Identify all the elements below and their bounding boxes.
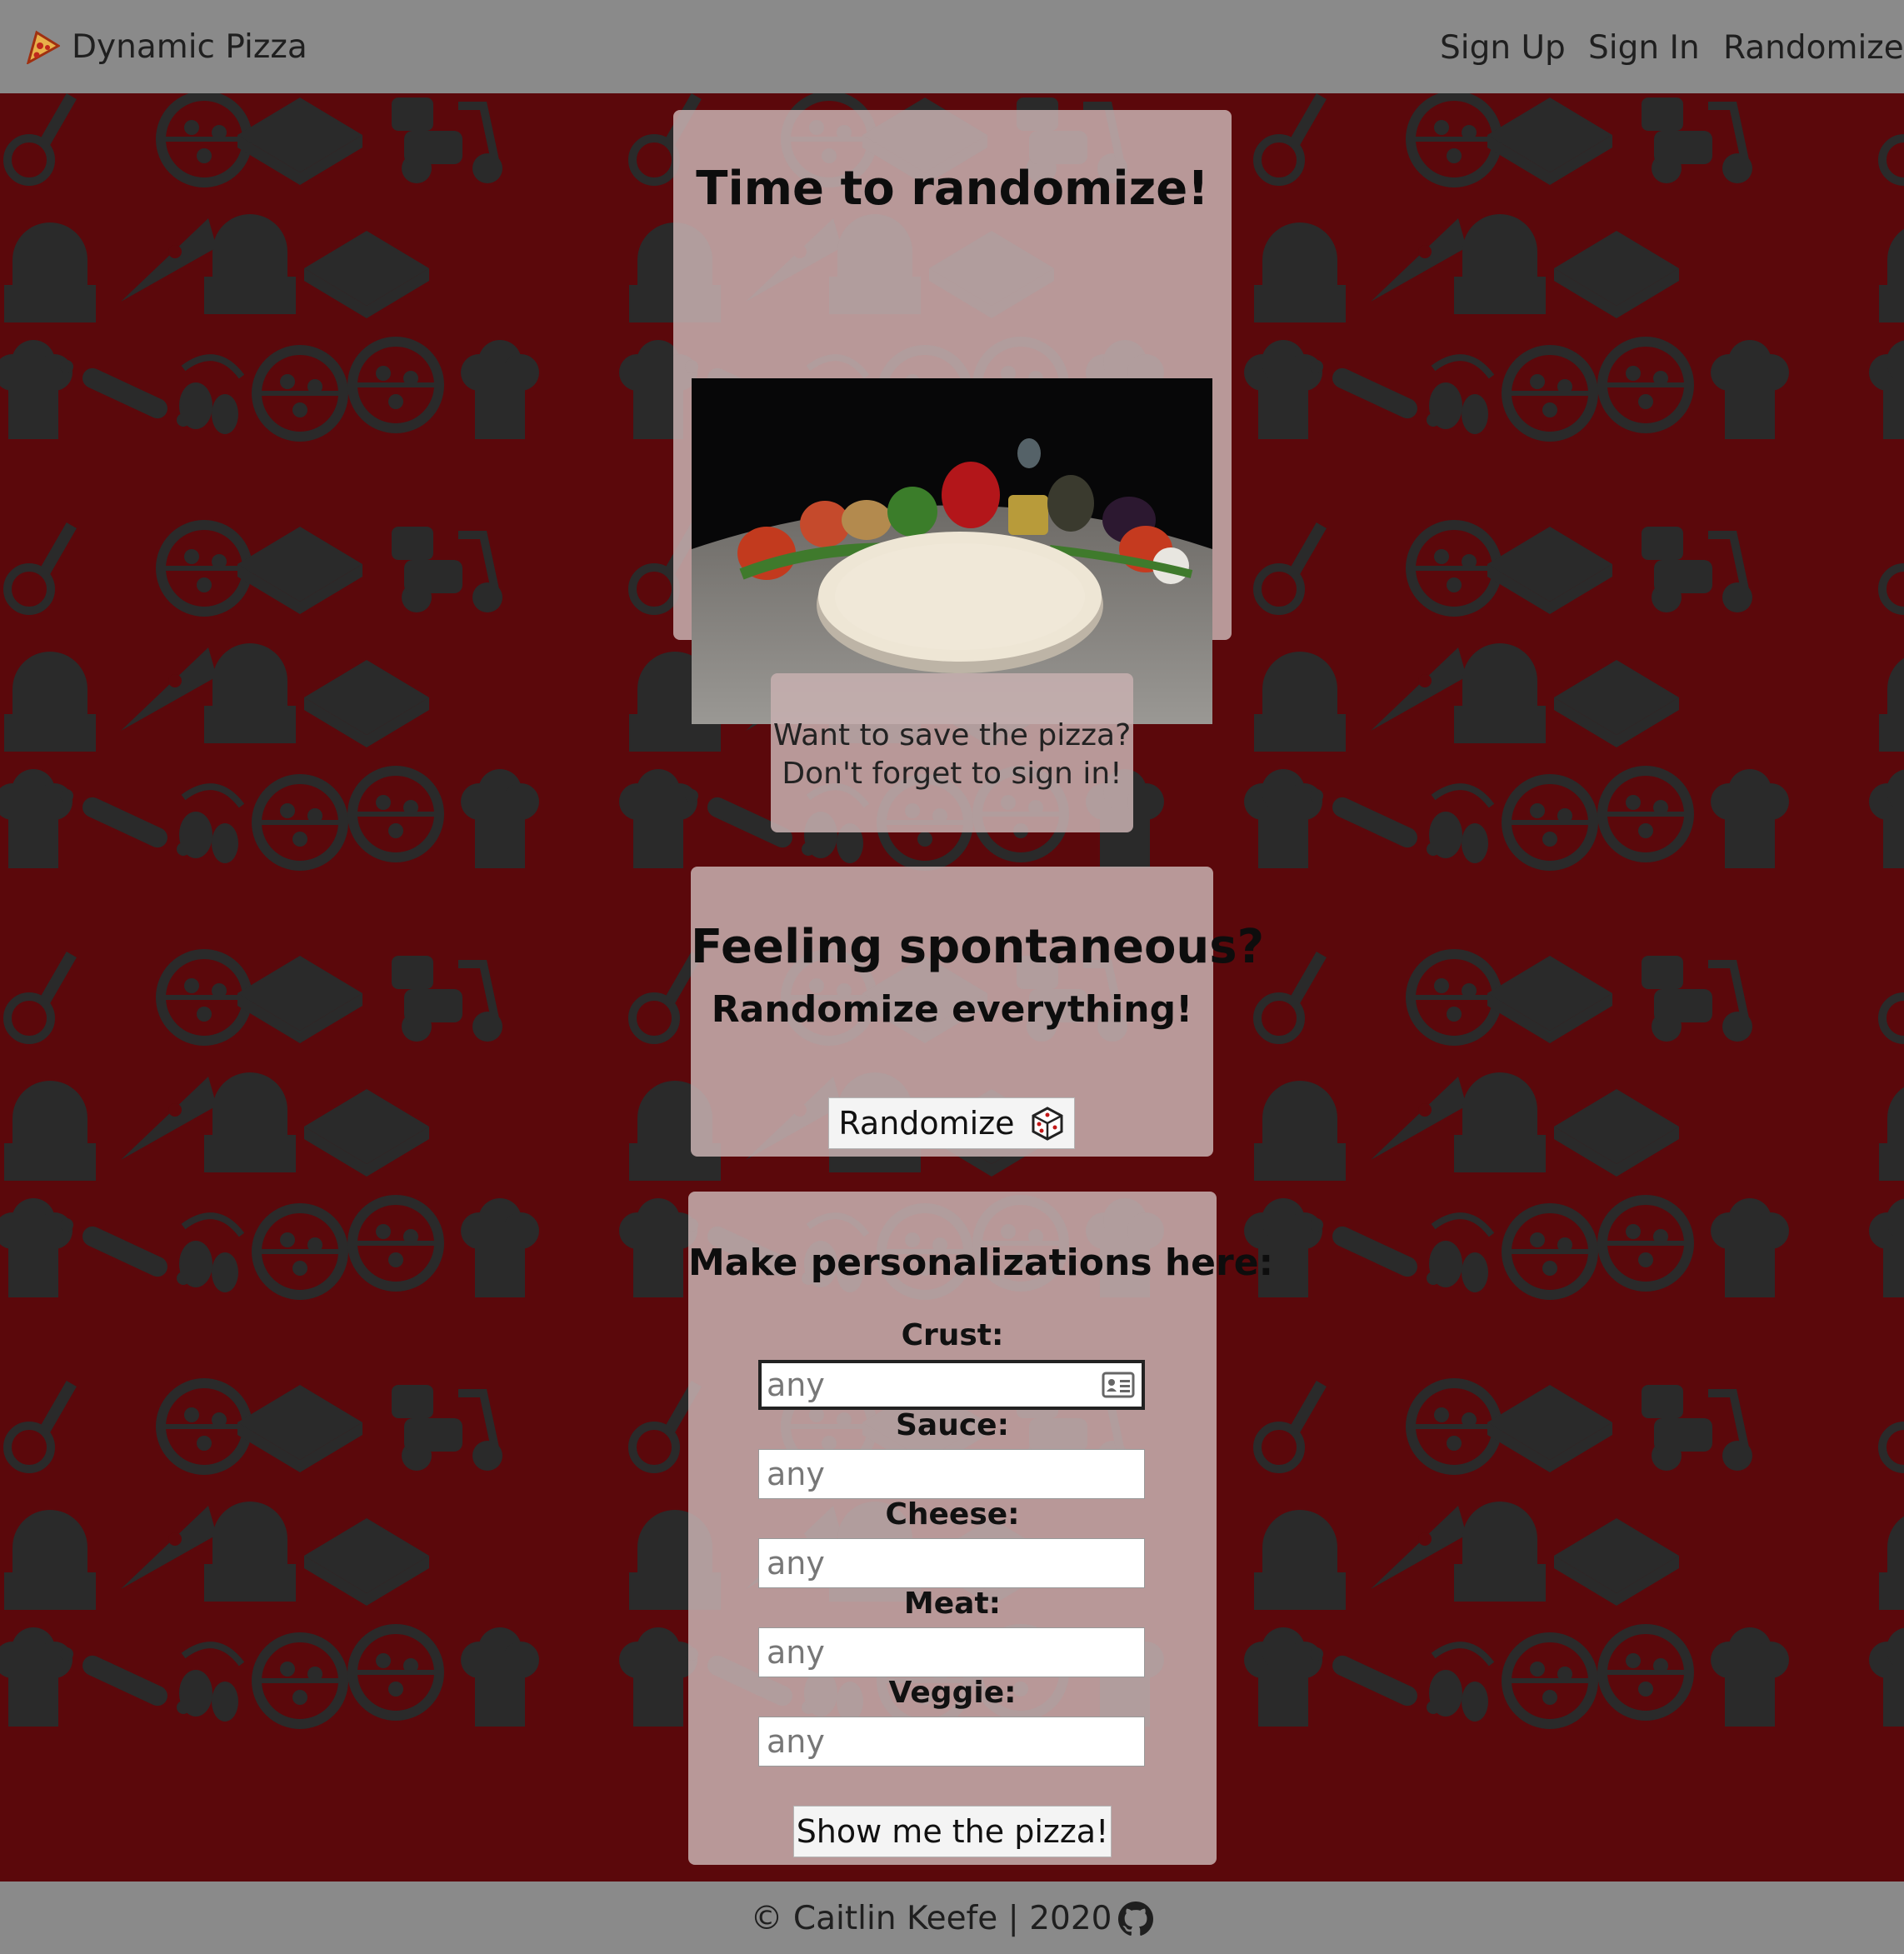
nav-randomize-link[interactable]: Randomize — [1723, 25, 1904, 72]
randomize-button[interactable]: Randomize — [828, 1097, 1075, 1149]
spontaneous-subtitle: Randomize everything! — [711, 988, 1193, 1031]
meat-label: Meat: — [903, 1587, 1002, 1621]
footer: © Caitlin Keefe | 2020 — [0, 1882, 1904, 1954]
sauce-label: Sauce: — [895, 1408, 1009, 1442]
hero-title: Time to randomize! — [696, 162, 1209, 216]
crust-label: Crust: — [901, 1318, 1004, 1352]
footer-content: © Caitlin Keefe | 2020 — [0, 1898, 1904, 1940]
show-pizza-button[interactable]: Show me the pizza! — [793, 1806, 1112, 1857]
reminder-line-1: Want to save the pizza? — [772, 718, 1132, 752]
brand-link[interactable]: Dynamic Pizza — [25, 23, 307, 70]
contact-card-icon — [1102, 1372, 1135, 1398]
nav-sign-in-link[interactable]: Sign In — [1588, 25, 1700, 72]
sign-in-reminder-text: Want to save the pizza? Don't forget to … — [771, 717, 1133, 793]
cheese-label: Cheese: — [885, 1497, 1020, 1532]
veggie-label: Veggie: — [888, 1676, 1017, 1710]
copyright-text: © Caitlin Keefe | 2020 — [750, 1900, 1112, 1937]
randomize-button-label: Randomize — [838, 1105, 1015, 1142]
sauce-input[interactable]: any — [758, 1449, 1145, 1499]
navbar: Dynamic Pizza Sign Up Sign In Randomize — [0, 0, 1904, 93]
meat-input[interactable]: any — [758, 1627, 1145, 1677]
hero-card: Time to randomize! — [673, 110, 1232, 724]
brand-name: Dynamic Pizza — [72, 27, 307, 66]
pizza-slice-icon — [26, 30, 60, 64]
sign-in-reminder-card: Want to save the pizza? Don't forget to … — [771, 673, 1133, 832]
veggie-input[interactable]: any — [758, 1717, 1145, 1767]
spontaneous-title: Feeling spontaneous? — [691, 920, 1265, 974]
dice-icon — [1032, 1107, 1063, 1141]
crust-input[interactable]: any — [758, 1360, 1145, 1410]
hero-image — [692, 269, 1212, 725]
cheese-input[interactable]: any — [758, 1538, 1145, 1588]
randomize-card: Feeling spontaneous? Randomize everythin… — [691, 867, 1265, 1157]
github-icon[interactable] — [1118, 1902, 1154, 1937]
personalization-card: Make personalizations here: Crust: any S… — [688, 1192, 1274, 1865]
form-title: Make personalizations here: — [688, 1242, 1274, 1284]
nav-sign-up-link[interactable]: Sign Up — [1440, 25, 1566, 72]
reminder-line-2: Don't forget to sign in! — [782, 757, 1122, 791]
